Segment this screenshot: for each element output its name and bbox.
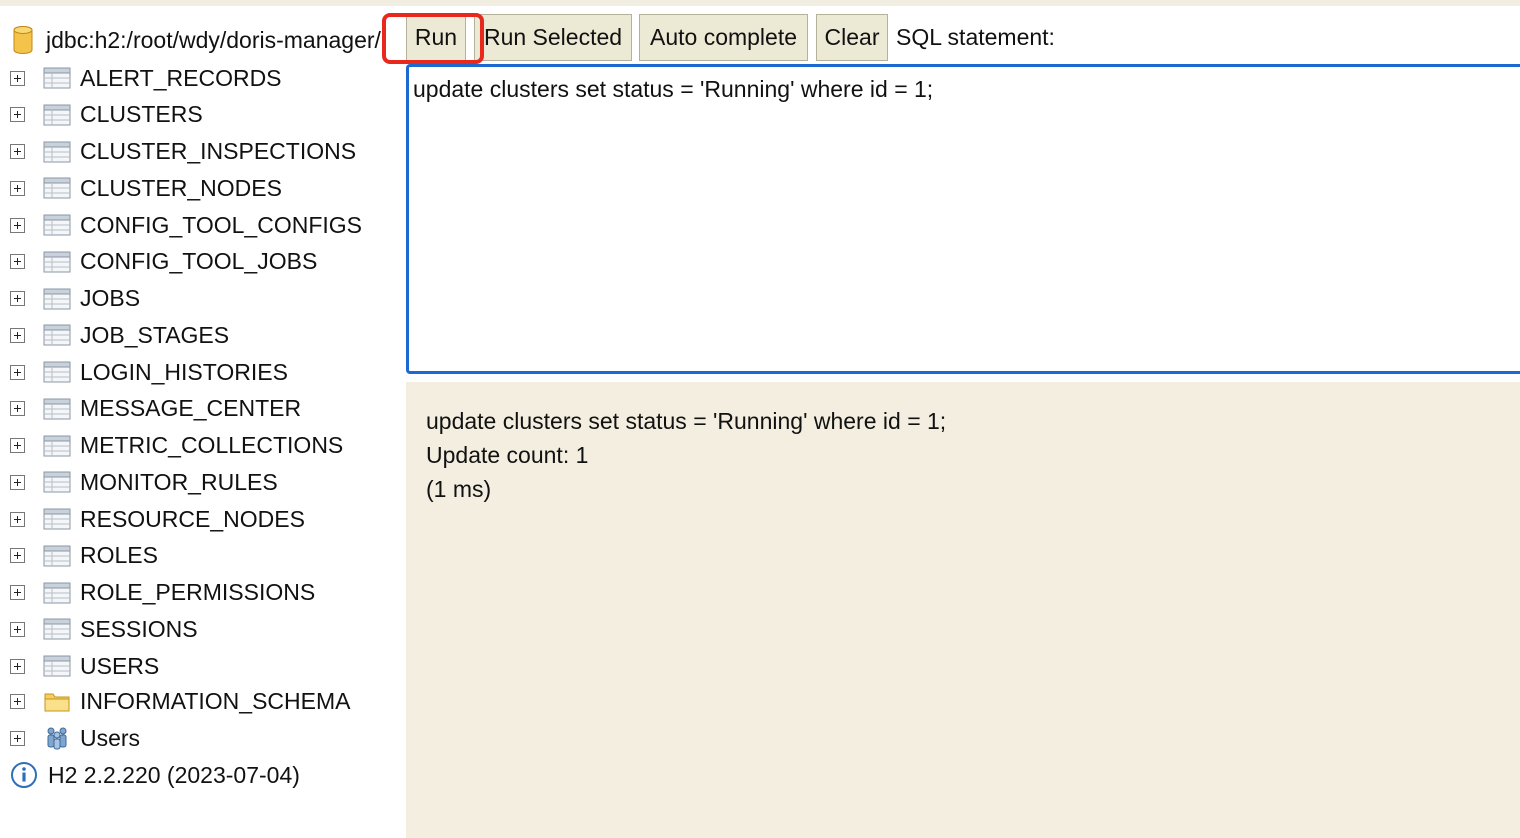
table-icon [43, 214, 71, 236]
expand-icon[interactable] [10, 254, 25, 270]
result-statement: update clusters set status = 'Running' w… [426, 408, 947, 434]
tree-item-label: JOBS [80, 285, 141, 311]
table-icon [43, 361, 71, 383]
expand-icon[interactable] [10, 730, 25, 746]
tree-item-table[interactable]: MONITOR_RULES [10, 465, 278, 499]
expand-icon[interactable] [10, 291, 25, 306]
tree-item-label: MESSAGE_CENTER [80, 395, 302, 422]
tree-item-users[interactable]: Users [10, 721, 140, 755]
tree-item-information-schema[interactable]: INFORMATION_SCHEMA [10, 684, 350, 718]
result-update-count: Update count: 1 [426, 442, 589, 468]
tree-item-label: SESSIONS [80, 615, 198, 642]
expand-icon[interactable] [10, 474, 25, 490]
tree-item-label: CONFIG_TOOL_JOBS [80, 248, 318, 275]
tree-item-table[interactable]: USERS [10, 649, 159, 683]
tree-item-table[interactable]: RESOURCE_NODES [10, 502, 305, 536]
sql-editor[interactable]: update clusters set status = 'Running' w… [406, 64, 1520, 374]
tree-item-label: Users [80, 724, 141, 751]
tree-item-table[interactable]: JOBS [10, 282, 140, 316]
run-selected-button[interactable]: Run Selected [474, 14, 632, 61]
info-icon [11, 762, 37, 788]
tree-item-table[interactable]: CLUSTER_NODES [10, 171, 282, 205]
expand-icon[interactable] [10, 180, 25, 196]
tree-item-label: CONFIG_TOOL_CONFIGS [80, 211, 363, 238]
expand-icon[interactable] [10, 70, 25, 86]
version-row: H2 2.2.220 (2023-07-04) [10, 758, 300, 792]
table-icon [43, 435, 71, 456]
expand-icon[interactable] [10, 438, 25, 453]
auto-complete-button[interactable]: Auto complete [639, 14, 808, 61]
tree-item-table[interactable]: SESSIONS [10, 612, 198, 646]
tree-item-label: INFORMATION_SCHEMA [80, 687, 351, 714]
schema-tree: jdbc:h2:/root/wdy/doris-manager/ ALERT_R… [0, 0, 404, 838]
folder-icon [44, 693, 70, 712]
expand-icon[interactable] [10, 693, 25, 709]
table-icon [43, 104, 71, 126]
expand-icon[interactable] [10, 548, 25, 564]
tree-item-table[interactable]: CLUSTERS [10, 98, 203, 132]
tree-item-table[interactable]: ALERT_RECORDS [10, 61, 282, 95]
expand-icon[interactable] [10, 658, 25, 674]
sql-statement-label: SQL statement: [896, 24, 1055, 50]
tree-item-label: RESOURCE_NODES [80, 505, 305, 532]
result-timing: (1 ms) [426, 476, 492, 502]
tree-item-label: CLUSTER_NODES [80, 174, 282, 201]
table-icon [43, 545, 71, 567]
tree-item-label: JOB_STAGES [80, 321, 230, 348]
table-icon [43, 141, 71, 162]
table-icon [43, 67, 71, 89]
users-icon [47, 727, 67, 750]
clear-button[interactable]: Clear [816, 14, 888, 61]
table-icon [43, 618, 71, 640]
tree-item-label: LOGIN_HISTORIES [80, 358, 288, 385]
expand-icon[interactable] [10, 107, 25, 123]
table-icon [43, 177, 71, 199]
expand-icon[interactable] [10, 401, 25, 417]
tree-item-table[interactable]: CLUSTER_INSPECTIONS [10, 135, 356, 169]
table-icon [43, 251, 71, 273]
connection-row[interactable]: jdbc:h2:/root/wdy/doris-manager/ [10, 22, 381, 58]
expand-icon[interactable] [10, 585, 25, 600]
tree-item-table[interactable]: MESSAGE_CENTER [10, 392, 301, 426]
expand-icon[interactable] [10, 217, 25, 233]
table-icon [43, 324, 71, 346]
result-panel: update clusters set status = 'Running' w… [406, 382, 1520, 838]
table-icon [43, 582, 71, 603]
tree-item-table[interactable]: CONFIG_TOOL_JOBS [10, 245, 317, 279]
tree-item-label: MONITOR_RULES [80, 468, 278, 495]
table-icon [43, 288, 71, 309]
tree-item-label: METRIC_COLLECTIONS [80, 432, 344, 458]
tree-item-label: CLUSTERS [80, 101, 203, 128]
table-icon [43, 471, 71, 493]
tree-item-table[interactable]: ROLE_PERMISSIONS [10, 576, 315, 610]
table-icon [43, 655, 71, 677]
database-icon [13, 26, 33, 54]
tree-item-label: ROLES [80, 542, 158, 569]
tree-item-label: CLUSTER_INSPECTIONS [80, 138, 357, 164]
tree-item-table[interactable]: CONFIG_TOOL_CONFIGS [10, 208, 362, 242]
run-button[interactable]: Run [406, 14, 466, 61]
version-label: H2 2.2.220 (2023-07-04) [48, 761, 300, 788]
tree-item-label: ALERT_RECORDS [80, 64, 282, 91]
expand-icon[interactable] [10, 327, 25, 343]
expand-icon[interactable] [10, 364, 25, 380]
tree-item-table[interactable]: ROLES [10, 539, 158, 573]
tree-item-label: ROLE_PERMISSIONS [80, 579, 316, 605]
table-icon [43, 508, 71, 530]
expand-icon[interactable] [10, 621, 25, 637]
expand-icon[interactable] [10, 511, 25, 527]
connection-url: jdbc:h2:/root/wdy/doris-manager/ [46, 26, 381, 53]
tree-item-table[interactable]: JOB_STAGES [10, 318, 229, 352]
tree-item-table[interactable]: LOGIN_HISTORIES [10, 355, 288, 389]
tree-item-table[interactable]: METRIC_COLLECTIONS [10, 429, 343, 463]
table-icon [43, 398, 71, 420]
expand-icon[interactable] [10, 144, 25, 159]
tree-item-label: USERS [80, 652, 160, 679]
